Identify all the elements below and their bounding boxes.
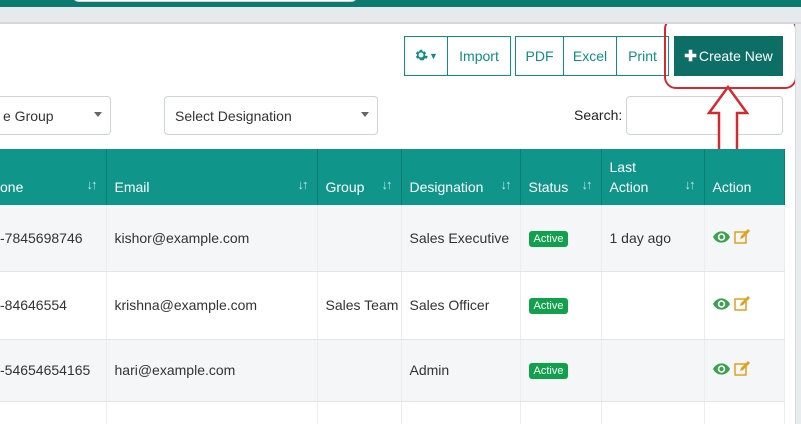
cell-phone: -7845698746 [0, 205, 107, 272]
pdf-export-button[interactable]: PDF [515, 36, 564, 76]
cell-phone [0, 401, 107, 424]
column-header-last-action[interactable]: Last Action ↓↑ [601, 149, 705, 205]
cell-last-action [601, 271, 705, 340]
sort-icon[interactable]: ↓↑ [501, 175, 512, 195]
cell-status: Active [520, 339, 602, 402]
column-header-phone[interactable]: one ↓↑ [0, 149, 107, 205]
cell-group [317, 401, 402, 424]
cell-actions [704, 339, 785, 402]
cell-email: hari@example.com [106, 339, 318, 402]
cell-designation: Admin [401, 339, 521, 402]
cell-last-action [601, 339, 705, 402]
import-button[interactable]: Import [447, 36, 511, 76]
group-filter-select[interactable]: e Group [0, 96, 111, 135]
designation-filter-value: Select Designation [175, 107, 292, 124]
view-eye-icon[interactable] [712, 297, 730, 313]
status-badge: Active [528, 298, 569, 314]
sort-icon[interactable]: ↓↑ [685, 175, 696, 195]
group-filter-value: e Group [3, 107, 54, 124]
cell-status: Active [520, 205, 602, 272]
cell-last-action: 1 day ago [601, 205, 705, 272]
cell-designation [401, 401, 521, 424]
cell-designation: Sales Officer [401, 271, 521, 340]
cell-last-action [601, 401, 705, 424]
cell-email [106, 401, 318, 424]
designation-filter-select[interactable]: Select Designation [164, 96, 378, 135]
cell-designation: Sales Executive [401, 205, 521, 272]
cell-actions [704, 401, 785, 424]
print-button[interactable]: Print [616, 36, 669, 76]
column-header-action: Action [704, 149, 785, 205]
column-header-group[interactable]: Group ↓↑ [317, 149, 402, 205]
cell-actions [704, 205, 785, 272]
table-row: -7845698746 kishor@example.com Sales Exe… [0, 205, 785, 272]
chevron-down-icon [94, 112, 102, 117]
sort-icon[interactable]: ↓↑ [382, 175, 393, 195]
table-row: -54654654165 hari@example.com Admin Acti… [0, 339, 785, 402]
edit-pencil-icon[interactable] [733, 228, 750, 247]
page-header-strip [0, 7, 801, 24]
employee-table: one ↓↑ Email ↓↑ Group ↓↑ Designation ↓↑ Stat… [0, 149, 785, 424]
column-header-status[interactable]: Status ↓↑ [520, 149, 602, 205]
sort-icon[interactable]: ↓↑ [582, 175, 593, 195]
caret-down-icon: ▼ [429, 51, 438, 61]
edit-pencil-icon[interactable] [733, 296, 750, 314]
column-header-designation[interactable]: Designation ↓↑ [401, 149, 521, 205]
cell-phone: -84646554 [0, 271, 107, 340]
cell-actions [704, 271, 785, 340]
sort-icon[interactable]: ↓↑ [298, 175, 309, 195]
cell-status: Active [520, 271, 602, 340]
status-badge: Active [528, 230, 569, 247]
cell-status [520, 401, 602, 424]
view-eye-icon[interactable] [712, 230, 730, 246]
column-settings-button[interactable]: ▼ [404, 36, 448, 76]
chevron-down-icon [361, 112, 369, 117]
top-navbar [0, 0, 801, 7]
cell-group: Sales Team [317, 271, 402, 340]
cell-email: kishor@example.com [106, 205, 318, 272]
annotation-highlight-ring [664, 24, 795, 89]
view-eye-icon[interactable] [712, 362, 730, 378]
search-input[interactable] [626, 96, 783, 135]
cell-group [317, 339, 402, 402]
column-header-email[interactable]: Email ↓↑ [106, 149, 318, 205]
edit-pencil-icon[interactable] [733, 361, 750, 379]
cell-group [317, 205, 402, 272]
employee-list-card: ▼ Import PDF Excel Print ✚ Create New e … [0, 24, 796, 424]
search-label: Search: [574, 107, 623, 123]
table-row [0, 401, 785, 424]
cell-email: krishna@example.com [106, 271, 318, 340]
sort-icon[interactable]: ↓↑ [87, 175, 98, 195]
top-search-bar[interactable] [72, 0, 358, 2]
cell-phone: -54654654165 [0, 339, 107, 402]
table-row: -84646554 krishna@example.com Sales Team… [0, 271, 785, 340]
table-header-row: one ↓↑ Email ↓↑ Group ↓↑ Designation ↓↑ Stat… [0, 149, 785, 205]
status-badge: Active [528, 363, 569, 379]
gear-icon [414, 48, 428, 65]
excel-export-button[interactable]: Excel [563, 36, 617, 76]
